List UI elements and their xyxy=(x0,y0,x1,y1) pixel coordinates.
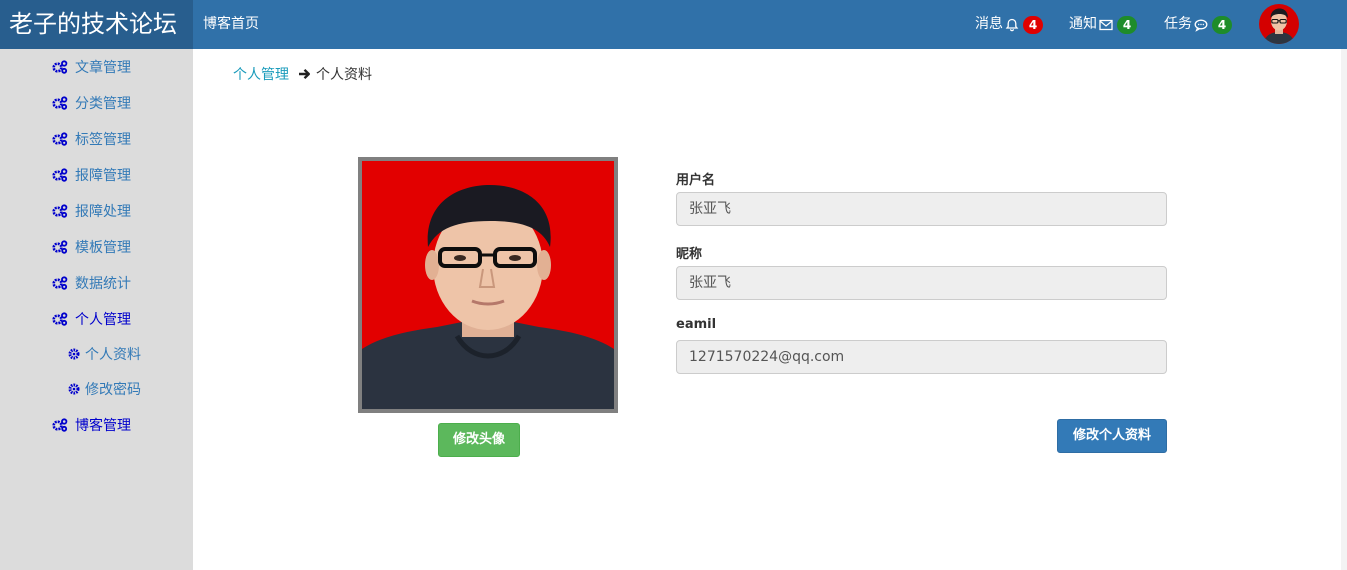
profile-photo-image xyxy=(362,161,614,409)
username-field[interactable]: 张亚飞 xyxy=(676,192,1167,226)
sidebar-item-label: 博客管理 xyxy=(75,418,131,434)
messages-badge: 4 xyxy=(1023,15,1043,34)
email-label: eamil xyxy=(676,317,717,332)
top-navbar: 老子的技术论坛 博客首页 消息 4 通知 4 任务 4 xyxy=(0,0,1347,49)
sidebar-item-trouble-reports[interactable]: 报障管理 xyxy=(52,165,131,185)
gears-icon xyxy=(52,204,68,218)
gears-icon xyxy=(52,418,68,432)
nav-tasks[interactable]: 任务 4 xyxy=(1164,0,1232,49)
gears-icon xyxy=(52,312,68,326)
sidebar-item-tags[interactable]: 标签管理 xyxy=(52,129,131,149)
gears-icon xyxy=(52,132,68,146)
sidebar-subitem-change-password[interactable]: 修改密码 xyxy=(68,379,141,399)
nickname-label: 昵称 xyxy=(676,247,703,262)
sidebar-item-categories[interactable]: 分类管理 xyxy=(52,93,131,113)
gears-icon xyxy=(52,168,68,182)
nav-notifications[interactable]: 通知 4 xyxy=(1069,0,1137,49)
sidebar-subitem-label: 修改密码 xyxy=(85,382,141,398)
nav-messages[interactable]: 消息 4 xyxy=(975,0,1043,49)
sidebar-item-label: 标签管理 xyxy=(75,132,131,148)
sidebar-item-label: 模板管理 xyxy=(75,240,131,256)
comment-icon xyxy=(1194,19,1208,32)
gears-icon xyxy=(52,276,68,290)
blog-home-link[interactable]: 博客首页 xyxy=(203,0,259,49)
update-profile-button[interactable]: 修改个人资料 xyxy=(1057,419,1167,453)
sidebar-subitem-label: 个人资料 xyxy=(85,347,141,363)
sidebar-item-trouble-handling[interactable]: 报障处理 xyxy=(52,201,131,221)
notifications-badge: 4 xyxy=(1117,15,1137,34)
breadcrumb-parent-link[interactable]: 个人管理 xyxy=(233,64,289,84)
tasks-badge: 4 xyxy=(1212,15,1232,34)
nav-notifications-label: 通知 xyxy=(1069,16,1097,32)
sidebar-item-label: 数据统计 xyxy=(75,276,131,292)
site-brand[interactable]: 老子的技术论坛 xyxy=(0,0,193,49)
avatar-image xyxy=(1259,4,1299,44)
sidebar-item-label: 报障管理 xyxy=(75,168,131,184)
change-avatar-button[interactable]: 修改头像 xyxy=(438,423,520,457)
email-field[interactable]: 1271570224@qq.com xyxy=(676,340,1167,374)
sidebar-item-label: 分类管理 xyxy=(75,96,131,112)
breadcrumb: 个人管理 个人资料 xyxy=(233,64,372,84)
sidebar-item-label: 报障处理 xyxy=(75,204,131,220)
sidebar-item-label: 文章管理 xyxy=(75,60,131,76)
sidebar-item-templates[interactable]: 模板管理 xyxy=(52,237,131,257)
nav-messages-label: 消息 xyxy=(975,16,1003,32)
profile-photo xyxy=(358,157,618,413)
breadcrumb-current: 个人资料 xyxy=(316,67,372,83)
sidebar-item-blog[interactable]: 博客管理 xyxy=(52,415,131,435)
envelope-icon xyxy=(1099,19,1113,30)
bell-icon xyxy=(1005,18,1019,31)
cog-icon xyxy=(68,383,80,395)
scrollbar-track[interactable] xyxy=(1341,49,1347,570)
sidebar-item-statistics[interactable]: 数据统计 xyxy=(52,273,131,293)
sidebar-subitem-profile[interactable]: 个人资料 xyxy=(68,344,141,364)
nickname-field[interactable]: 张亚飞 xyxy=(676,266,1167,300)
sidebar-item-label: 个人管理 xyxy=(75,312,131,328)
gears-icon xyxy=(52,96,68,110)
nav-tasks-label: 任务 xyxy=(1164,16,1192,32)
sidebar: 文章管理 分类管理 标签管理 报障管理 报障处理 模板管理 数据统计 个人管理 … xyxy=(0,49,193,570)
username-label: 用户名 xyxy=(676,173,716,188)
gears-icon xyxy=(52,240,68,254)
sidebar-item-articles[interactable]: 文章管理 xyxy=(52,57,131,77)
cog-icon xyxy=(68,348,80,360)
gears-icon xyxy=(52,60,68,74)
user-avatar[interactable] xyxy=(1259,4,1299,44)
sidebar-item-personal[interactable]: 个人管理 xyxy=(52,309,131,329)
arrow-right-icon xyxy=(299,68,310,80)
